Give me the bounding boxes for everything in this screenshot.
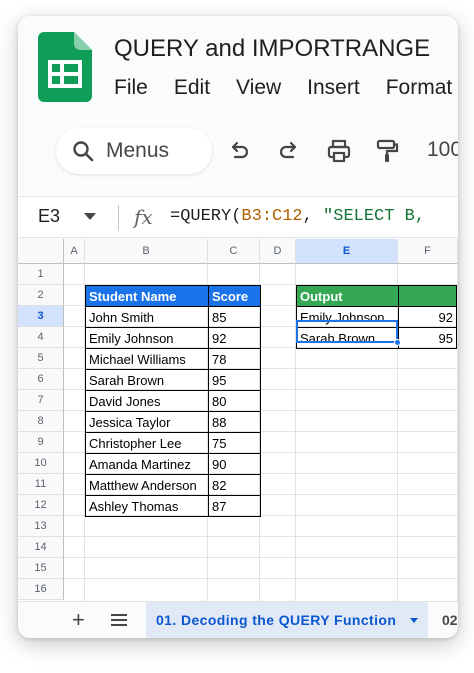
column-header-f[interactable]: F [398,239,458,264]
row-header-2[interactable]: 2 [18,285,64,306]
name-box[interactable]: E3 [38,206,60,227]
row-header-14[interactable]: 14 [18,537,64,558]
menu-insert[interactable]: Insert [307,76,360,100]
formula-bar: E3 fx =QUERY(B3:C12, "SELECT B, [18,196,458,238]
cell-name[interactable]: Emily Johnson [85,327,209,349]
sheets-logo-icon[interactable] [38,32,92,102]
divider [118,205,119,231]
row-header-13[interactable]: 13 [18,516,64,537]
menu-format[interactable]: Format [386,76,453,100]
all-sheets-menu-icon[interactable] [110,612,128,628]
output-cell-name[interactable]: Emily Johnson [296,306,399,328]
row-header-11[interactable]: 11 [18,474,64,495]
student-table: Student Name Score John Smith 85 Emily Jo… [85,285,261,517]
header-student-name[interactable]: Student Name [85,285,209,307]
add-sheet-button[interactable]: + [72,607,85,633]
row-header-16[interactable]: 16 [18,579,64,600]
cell-score[interactable]: 85 [208,306,261,328]
spreadsheet-grid[interactable]: A B C D E F 1 2 3 4 5 6 7 8 9 10 11 12 1… [18,239,458,601]
cell-name[interactable]: Christopher Lee [85,432,209,454]
row-header-10[interactable]: 10 [18,453,64,474]
output-cell-name[interactable]: Sarah Brown [296,327,399,349]
cell-score[interactable]: 82 [208,474,261,496]
cell-score[interactable]: 90 [208,453,261,475]
search-menus-label: Menus [106,139,170,162]
header-output[interactable]: Output [296,285,399,307]
cell-score[interactable]: 75 [208,432,261,454]
menu-bar: File Edit View Insert Format [114,76,458,100]
cell-name[interactable]: Amanda Martinez [85,453,209,475]
column-header-e[interactable]: E [296,239,398,264]
row-header-6[interactable]: 6 [18,369,64,390]
formula-range: B3:C12 [241,207,303,226]
app-window: QUERY and IMPORTRANGE File Edit View Ins… [18,16,458,638]
output-cell-score[interactable]: 92 [398,306,457,328]
cell-score[interactable]: 88 [208,411,261,433]
formula-separator: , [302,207,324,226]
paint-format-icon[interactable] [374,138,400,164]
row-header-3[interactable]: 3 [18,306,64,327]
row-header-5[interactable]: 5 [18,348,64,369]
cell-name[interactable]: Matthew Anderson [85,474,209,496]
cell-score[interactable]: 92 [208,327,261,349]
function-icon: fx [134,205,153,229]
output-table: Output Emily Johnson 92 Sarah Brown 95 [296,285,457,349]
cell-score[interactable]: 95 [208,369,261,391]
document-title[interactable]: QUERY and IMPORTRANGE [114,35,430,63]
menu-edit[interactable]: Edit [174,76,210,100]
sheet-tab-active[interactable]: 01. Decoding the QUERY Function [146,602,428,638]
row-header-9[interactable]: 9 [18,432,64,453]
chevron-down-icon[interactable] [84,213,96,220]
column-header-c[interactable]: C [208,239,260,264]
formula-input[interactable]: =QUERY(B3:C12, "SELECT B, [170,207,425,226]
cell-name[interactable]: Michael Williams [85,348,209,370]
row-header-8[interactable]: 8 [18,411,64,432]
zoom-select[interactable]: 100 [427,138,458,162]
header-score[interactable]: Score [208,285,261,307]
row-header-12[interactable]: 12 [18,495,64,516]
fill-handle[interactable] [394,339,401,346]
row-header-1[interactable]: 1 [18,264,64,285]
column-header-b[interactable]: B [85,239,208,264]
cell-score[interactable]: 87 [208,495,261,517]
redo-icon[interactable] [276,138,302,164]
cell-name[interactable]: John Smith [85,306,209,328]
row-header-15[interactable]: 15 [18,558,64,579]
header-output-blank[interactable] [398,285,457,307]
chevron-down-icon[interactable] [410,618,418,623]
print-icon[interactable] [326,138,352,164]
cell-name[interactable]: Jessica Taylor [85,411,209,433]
undo-icon[interactable] [226,138,252,164]
row-header-4[interactable]: 4 [18,327,64,348]
cell-name[interactable]: Ashley Thomas [85,495,209,517]
sheet-tab-next[interactable]: 02 [442,612,458,628]
cell-name[interactable]: David Jones [85,390,209,412]
formula-prefix: =QUERY( [170,207,242,226]
menu-view[interactable]: View [236,76,281,100]
column-header-a[interactable]: A [64,239,85,264]
output-cell-score[interactable]: 95 [398,327,457,349]
search-menus-button[interactable]: Menus [56,128,212,174]
column-header-d[interactable]: D [260,239,296,264]
cell-name[interactable]: Sarah Brown [85,369,209,391]
formula-string: "SELECT B, [323,207,426,226]
search-icon [73,141,94,162]
toolbar: Menus 100 [18,124,458,184]
cell-score[interactable]: 80 [208,390,261,412]
sheet-tab-bar: + 01. Decoding the QUERY Function 02 [18,601,458,638]
cell-score[interactable]: 78 [208,348,261,370]
select-all-corner[interactable] [18,239,64,264]
sheet-tab-label: 01. Decoding the QUERY Function [156,612,397,628]
menu-file[interactable]: File [114,76,148,100]
row-header-7[interactable]: 7 [18,390,64,411]
